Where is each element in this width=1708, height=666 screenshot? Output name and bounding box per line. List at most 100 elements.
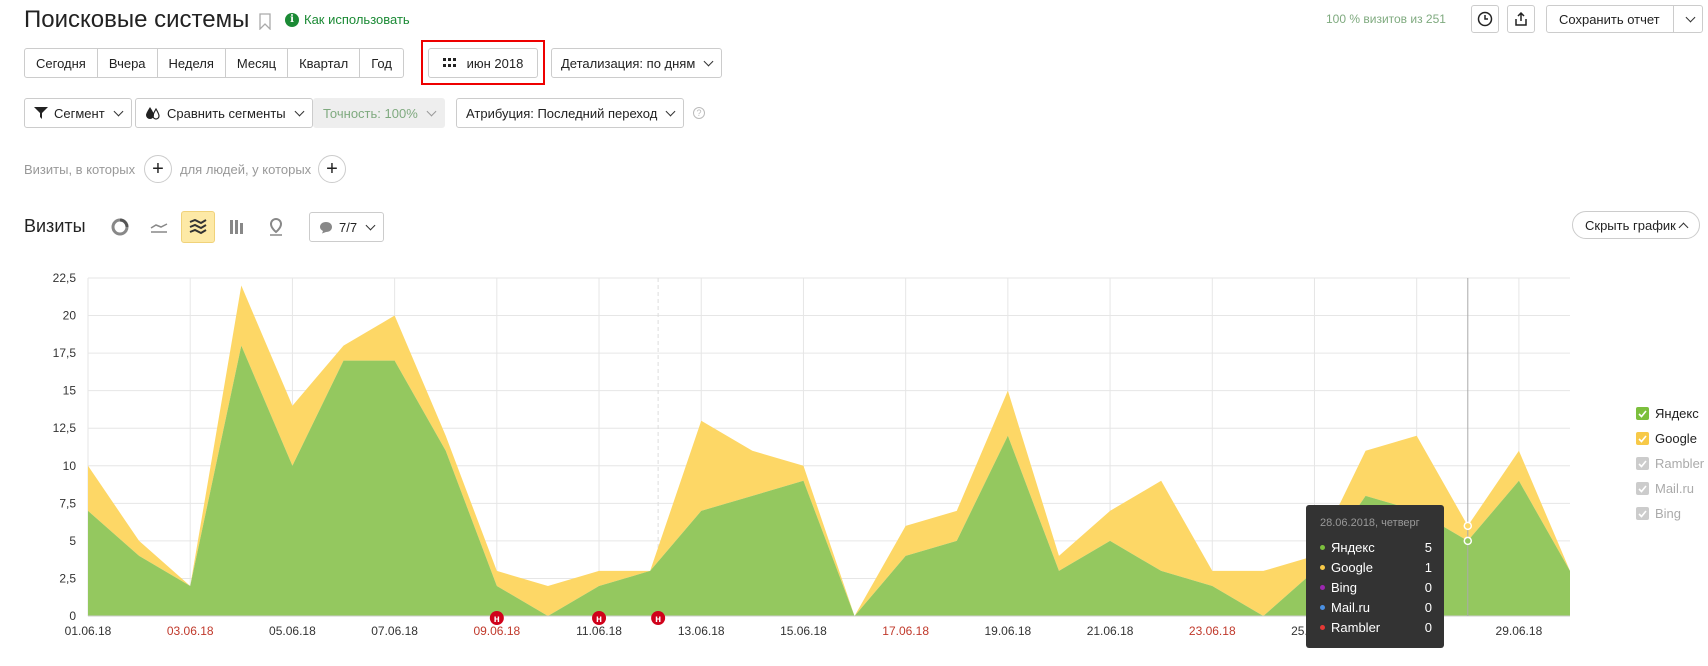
legend-item[interactable]: Google (1636, 426, 1704, 451)
legend-label: Яндекс (1655, 406, 1699, 421)
x-tick-label: 11.06.18 (576, 624, 622, 638)
hide-chart-button[interactable]: Скрыть график (1572, 211, 1700, 239)
x-tick-label: 23.06.18 (1189, 624, 1236, 638)
tooltip-series-name: Bing (1331, 579, 1358, 595)
accuracy-dropdown[interactable]: Точность: 100% (313, 98, 445, 128)
legend-item[interactable]: Mail.ru (1636, 476, 1704, 501)
attribution-label: Атрибуция: Последний переход (466, 105, 658, 121)
accuracy-label: Точность: 100% (323, 105, 418, 121)
y-tick-label: 17,5 (53, 346, 77, 360)
x-tick-label: 01.06.18 (65, 624, 112, 638)
x-tick-label: 07.06.18 (371, 624, 418, 638)
y-tick-label: 2,5 (59, 571, 76, 585)
annotations-count: 7/7 (339, 219, 358, 235)
chart-tooltip: 28.06.2018, четверг Яндекс 5 Google 1 Bing 0 M… (1306, 505, 1444, 648)
tooltip-series-value: 0 (1424, 579, 1432, 595)
checkbox-icon[interactable] (1636, 482, 1649, 495)
tooltip-series-name: Rambler (1331, 619, 1381, 635)
checkbox-icon[interactable] (1636, 457, 1649, 470)
period-today[interactable]: Сегодня (25, 49, 98, 77)
series-bullet (1320, 584, 1325, 590)
y-tick-label: 0 (69, 609, 76, 623)
pie-chart-icon (111, 218, 129, 236)
segment-dropdown[interactable]: Сегмент (24, 98, 132, 128)
visits-summary: 100 % визитов из 251 (1326, 12, 1446, 26)
bookmark-icon[interactable] (259, 13, 271, 30)
tooltip-series-value: 1 (1424, 559, 1432, 575)
how-to-use-link[interactable]: i Как использовать (285, 12, 410, 27)
history-button[interactable] (1471, 5, 1499, 33)
y-tick-label: 20 (63, 309, 77, 323)
series-bullet (1320, 624, 1325, 630)
checkbox-icon[interactable] (1636, 507, 1649, 520)
chart-type-map-button[interactable] (259, 211, 293, 243)
comment-icon (320, 221, 332, 233)
chart-type-pie-button[interactable] (103, 211, 137, 243)
x-tick-label: 03.06.18 (167, 624, 214, 638)
period-month[interactable]: Месяц (226, 49, 289, 77)
tooltip-row: Яндекс 5 (1320, 537, 1432, 557)
chart-legend: Яндекс Google Rambler Mail.ru Bing (1636, 401, 1704, 526)
legend-label: Bing (1655, 506, 1682, 521)
tooltip-series-value: 0 (1424, 599, 1432, 615)
tooltip-row: Google 1 (1320, 557, 1432, 577)
legend-item[interactable]: Bing (1636, 501, 1704, 526)
save-report-dropdown[interactable] (1674, 6, 1702, 32)
x-tick-label: 29.06.18 (1496, 624, 1543, 638)
clock-icon (1477, 11, 1493, 27)
legend-item[interactable]: Rambler (1636, 451, 1704, 476)
legend-item[interactable]: Яндекс (1636, 401, 1704, 426)
x-tick-label: 17.06.18 (882, 624, 929, 638)
hide-chart-label: Скрыть график (1585, 217, 1676, 233)
chevron-up-icon (1678, 222, 1689, 232)
period-yesterday[interactable]: Вчера (98, 49, 158, 77)
x-tick-label: 05.06.18 (269, 624, 316, 638)
chart-type-line-button[interactable] (142, 211, 176, 243)
share-icon (1515, 11, 1527, 26)
plus-icon: + (152, 158, 164, 180)
series-bullet (1320, 544, 1325, 550)
annotations-dropdown[interactable]: 7/7 (309, 212, 385, 242)
chevron-down-icon (1685, 12, 1695, 22)
chart-type-area-button[interactable] (181, 211, 215, 243)
chevron-down-icon (294, 106, 305, 116)
hover-point (1463, 521, 1473, 531)
x-tick-label: 21.06.18 (1087, 624, 1134, 638)
add-people-condition-button[interactable]: + (318, 155, 346, 183)
add-visit-condition-button[interactable]: + (144, 155, 172, 183)
tooltip-row: Mail.ru 0 (1320, 597, 1432, 617)
period-year[interactable]: Год (360, 49, 403, 77)
x-tick-label: 13.06.18 (678, 624, 725, 638)
period-week[interactable]: Неделя (158, 49, 226, 77)
tooltip-series-value: 5 (1424, 539, 1432, 555)
legend-label: Mail.ru (1655, 481, 1695, 496)
period-quarter[interactable]: Квартал (288, 49, 361, 77)
attribution-dropdown[interactable]: Атрибуция: Последний переход (456, 98, 685, 128)
compare-segments-dropdown[interactable]: Сравнить сегменты (135, 98, 313, 128)
how-to-use-label: Как использовать (304, 12, 410, 27)
chart-type-bar-button[interactable] (220, 211, 254, 243)
period-selector: Сегодня Вчера Неделя Месяц Квартал Год (24, 48, 404, 78)
y-tick-label: 12,5 (53, 421, 77, 435)
y-tick-label: 10 (63, 459, 77, 473)
save-report-button[interactable]: Сохранить отчет (1546, 5, 1703, 33)
checkbox-icon[interactable] (1636, 407, 1649, 420)
visits-condition-label: Визиты, в которых (24, 162, 136, 177)
y-tick-label: 5 (69, 534, 76, 548)
filter-icon (34, 107, 48, 119)
map-pin-icon (269, 218, 283, 236)
series-bullet (1320, 604, 1325, 610)
checkbox-icon[interactable] (1636, 432, 1649, 445)
help-icon[interactable]: ? (693, 107, 705, 119)
detail-dropdown[interactable]: Детализация: по дням (551, 48, 723, 78)
save-report-label: Сохранить отчет (1547, 6, 1674, 32)
tooltip-row: Bing 0 (1320, 577, 1432, 597)
chevron-down-icon (665, 106, 676, 116)
annotation-marker-label: н (494, 614, 500, 625)
export-button[interactable] (1507, 5, 1535, 33)
tooltip-series-name: Яндекс (1331, 539, 1375, 555)
chart-section-title: Визиты (24, 216, 86, 236)
chevron-down-icon (365, 220, 376, 230)
legend-label: Rambler (1655, 456, 1705, 471)
tooltip-row: Rambler 0 (1320, 617, 1432, 637)
